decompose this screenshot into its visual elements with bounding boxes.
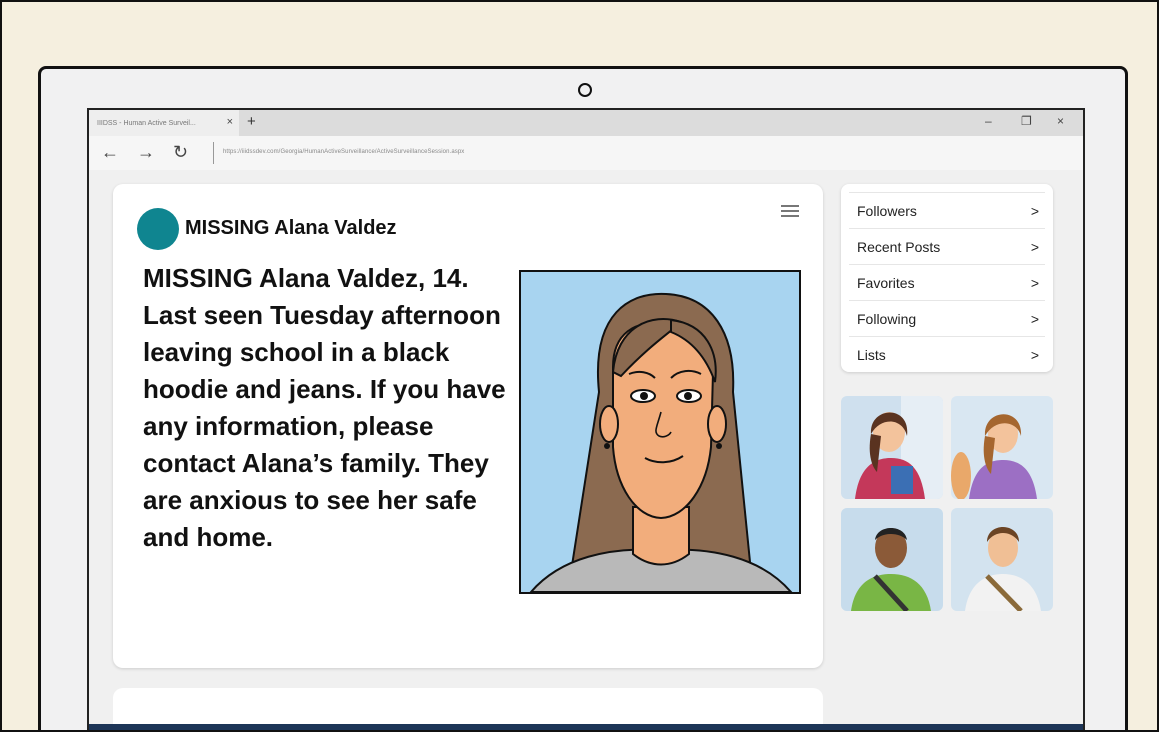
chevron-right-icon: >	[1030, 239, 1039, 255]
new-tab-button[interactable]: +	[247, 113, 256, 130]
sidebar-item-label: Recent Posts	[857, 239, 941, 255]
url-field[interactable]: https://iiidssdev.com/Georgia/HumanActiv…	[223, 149, 464, 155]
sidebar-item-label: Favorites	[857, 275, 915, 291]
sidebar-item-favorites[interactable]: Favorites >	[849, 264, 1045, 298]
tab-close-icon[interactable]: ×	[227, 116, 233, 128]
forward-button[interactable]: →	[137, 142, 155, 163]
laptop: IIIDSS - Human Active Surveil... × + – ❐…	[38, 66, 1128, 730]
tab-bar: IIIDSS - Human Active Surveil... × + – ❐…	[89, 110, 1083, 136]
profile-thumbnail[interactable]	[841, 508, 943, 611]
browser-tab[interactable]: IIIDSS - Human Active Surveil... ×	[89, 110, 239, 136]
profile-thumbnail[interactable]	[951, 508, 1053, 611]
page-content: MISSING Alana Valdez MISSING Alana Valde…	[89, 170, 1083, 730]
taskbar: ▴ ✎ ▭ ◢ ◁	[89, 724, 1083, 730]
post-body: MISSING Alana Valdez, 14. Last seen Tues…	[143, 263, 506, 552]
sidebar-item-label: Lists	[857, 347, 886, 363]
comic-frame: IIIDSS - Human Active Surveil... × + – ❐…	[0, 0, 1159, 732]
refresh-button[interactable]: ↻	[173, 142, 188, 163]
chevron-right-icon: >	[1030, 275, 1039, 291]
chevron-right-icon: >	[1030, 203, 1039, 219]
sidebar-item-recent-posts[interactable]: Recent Posts >	[849, 228, 1045, 262]
close-window-button[interactable]: ×	[1057, 114, 1064, 128]
sidebar-menu: Followers > Recent Posts > Favorites > F…	[841, 184, 1053, 372]
address-divider	[213, 142, 214, 164]
address-bar: ← → ↻ https://iiidssdev.com/Georgia/Huma…	[89, 136, 1083, 171]
sidebar-item-lists[interactable]: Lists >	[849, 336, 1045, 370]
missing-person-portrait	[519, 270, 801, 594]
restore-button[interactable]: ❐	[1021, 114, 1032, 128]
profile-thumbnail[interactable]	[951, 396, 1053, 499]
sidebar-item-following[interactable]: Following >	[849, 300, 1045, 334]
browser-window: IIIDSS - Human Active Surveil... × + – ❐…	[87, 108, 1085, 730]
sidebar-item-label: Followers	[857, 203, 917, 219]
sidebar-item-label: Following	[857, 311, 917, 327]
avatar[interactable]	[137, 208, 179, 250]
post-card: MISSING Alana Valdez MISSING Alana Valde…	[113, 184, 823, 668]
chevron-right-icon: >	[1030, 347, 1039, 363]
hamburger-icon[interactable]	[781, 202, 799, 220]
tab-title: IIIDSS - Human Active Surveil...	[97, 119, 196, 127]
portrait-illustration	[521, 272, 799, 592]
chevron-right-icon: >	[1030, 311, 1039, 327]
profile-thumbnail[interactable]	[841, 396, 943, 499]
minimize-button[interactable]: –	[985, 114, 992, 128]
post-title: MISSING Alana Valdez	[185, 217, 397, 239]
sidebar-item-followers[interactable]: Followers >	[849, 192, 1045, 226]
webcam-icon	[578, 83, 592, 97]
back-button[interactable]: ←	[101, 142, 119, 163]
